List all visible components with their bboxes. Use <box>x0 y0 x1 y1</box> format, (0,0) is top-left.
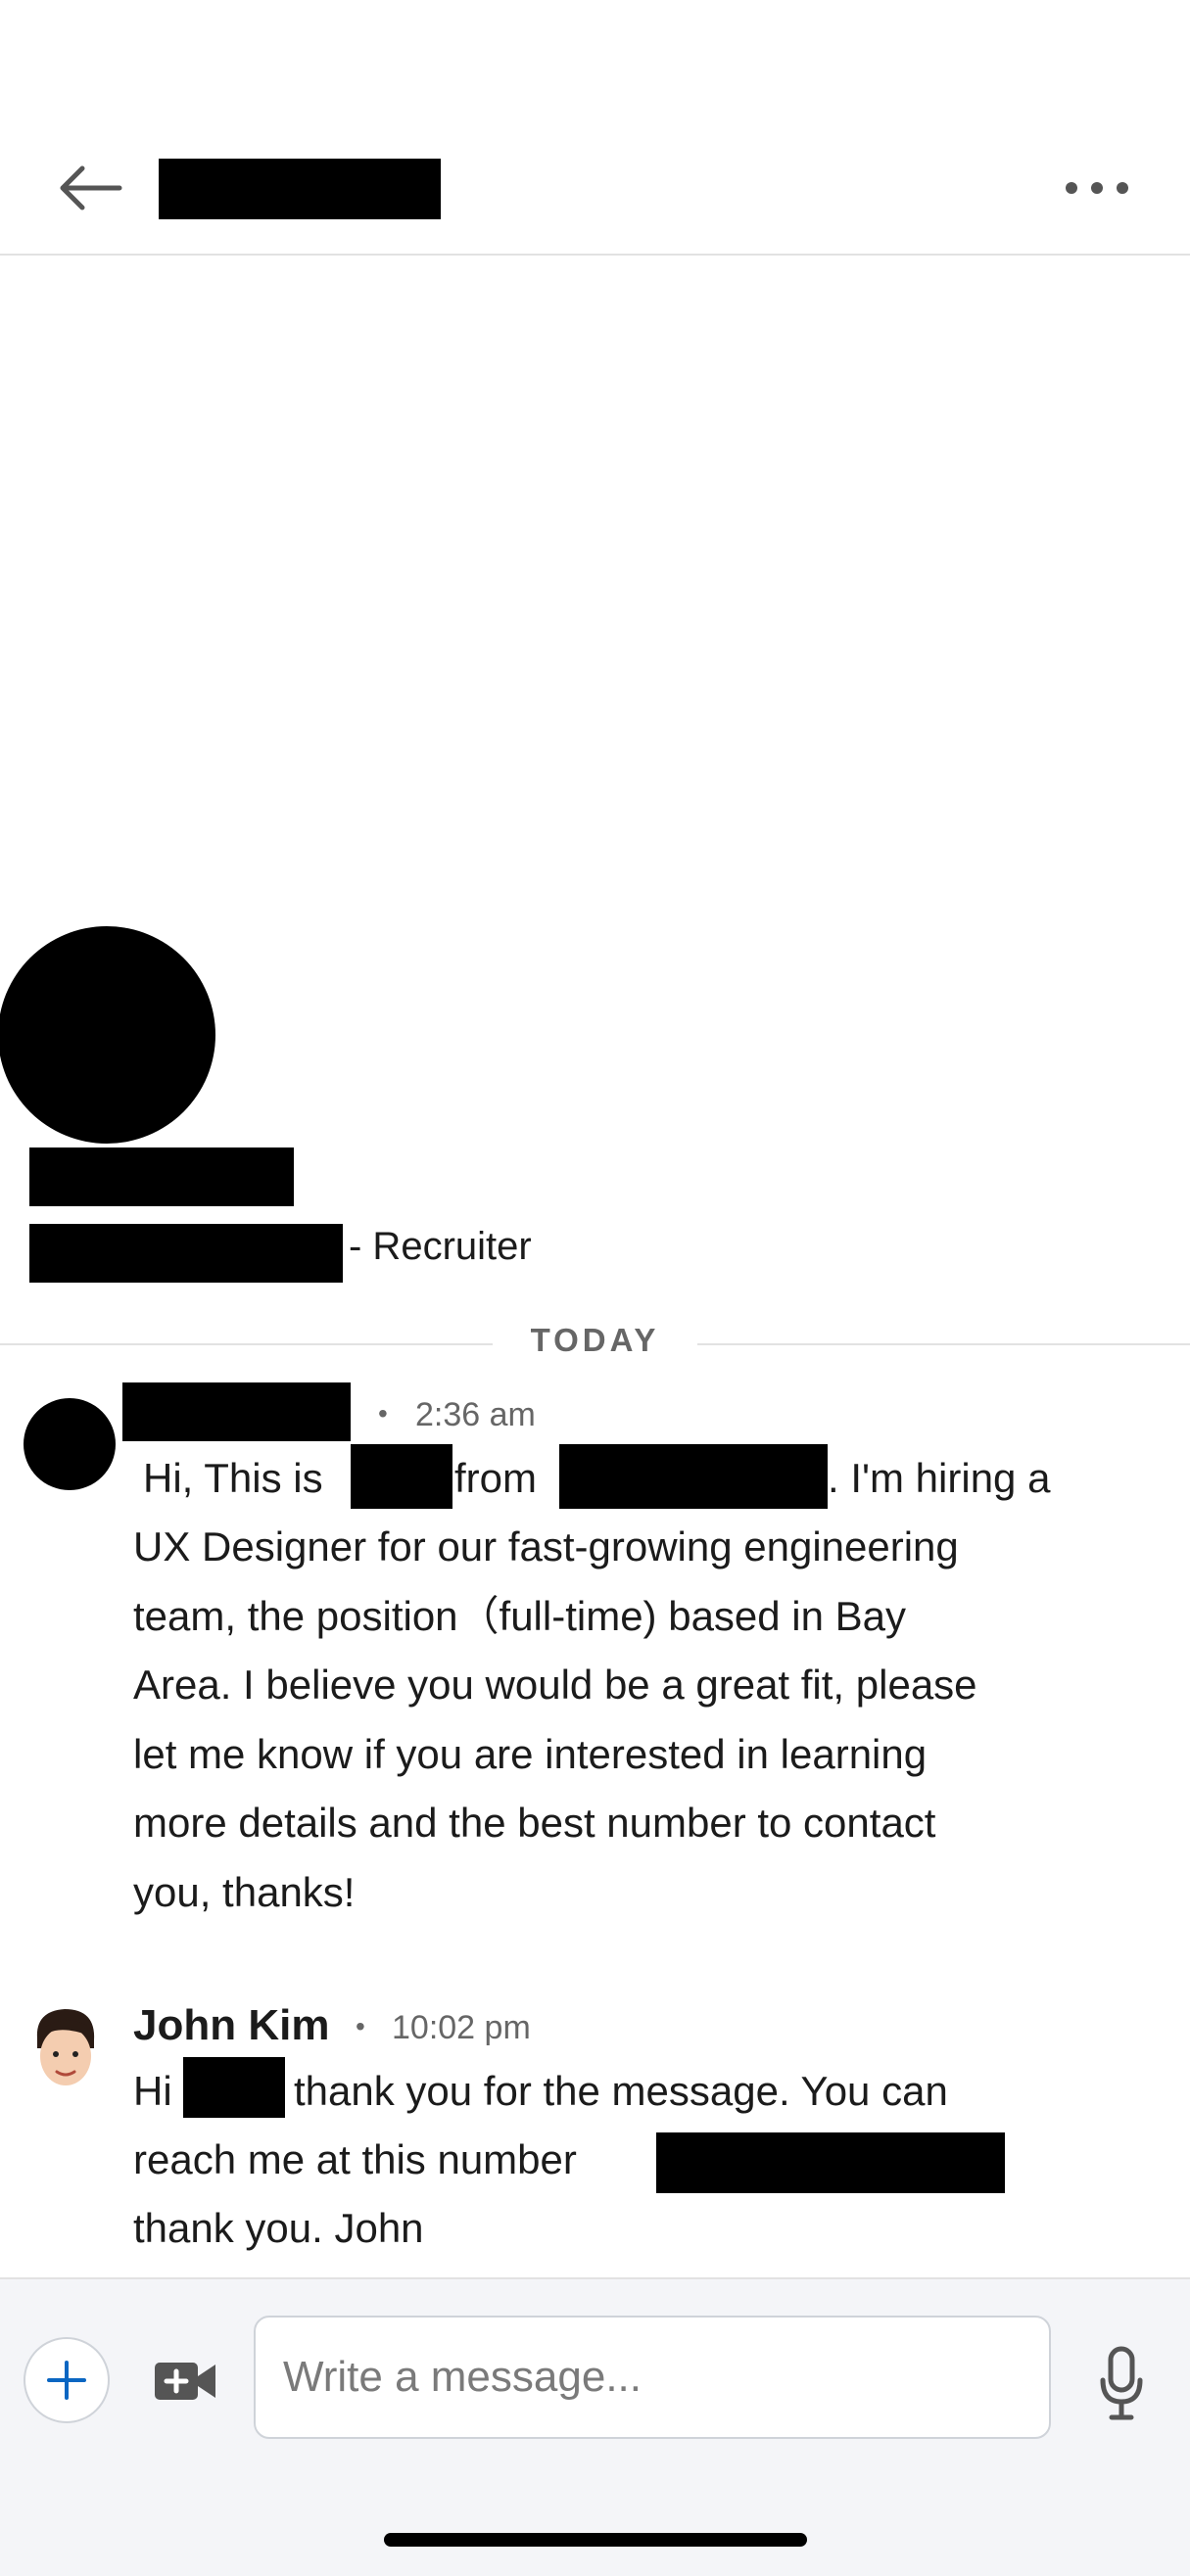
add-attachment-button[interactable] <box>24 2337 110 2423</box>
date-divider-label: TODAY <box>530 1322 660 1358</box>
microphone-icon <box>1100 2346 1143 2420</box>
message-line: you, thanks! <box>133 1869 356 1915</box>
message-input[interactable] <box>254 2316 1051 2439</box>
message-line: Hi, This is <box>143 1455 323 1501</box>
recruiter-name-redacted <box>183 2057 285 2118</box>
profile-name-redacted[interactable] <box>29 1147 294 1206</box>
message-line: thank you. John <box>133 2205 424 2251</box>
message-timestamp: 10:02 pm <box>392 2009 531 2046</box>
profile-avatar-redacted[interactable] <box>0 926 215 1144</box>
sender-name-redacted[interactable] <box>122 1382 351 1441</box>
phone-number-redacted[interactable] <box>656 2132 1005 2193</box>
cartoon-face-icon <box>36 2009 95 2085</box>
message-line: from <box>454 1455 537 1501</box>
profile-headline-redacted <box>29 1224 343 1283</box>
company-name-redacted <box>559 1444 828 1509</box>
user-avatar[interactable] <box>27 2003 104 2093</box>
message-line: UX Designer for our fast-growing enginee… <box>133 1523 959 1569</box>
more-horizontal-icon <box>1066 182 1128 194</box>
profile-headline-role: - Recruiter <box>349 1225 532 1268</box>
video-plus-icon <box>155 2363 215 2400</box>
message-line: Area. I believe you would be a great fit… <box>133 1662 977 1708</box>
divider-line-right <box>697 1343 1190 1345</box>
message-line: Hi <box>133 2068 172 2114</box>
message-line: team, the position（full-time) based in B… <box>133 1593 907 1639</box>
conversation-header <box>0 0 1190 256</box>
meta-dot: • <box>356 2011 365 2041</box>
message-line: more details and the best number to cont… <box>133 1800 936 1846</box>
sender-avatar-redacted[interactable] <box>24 1398 116 1490</box>
voice-message-button[interactable] <box>1097 2345 1146 2423</box>
more-options-button[interactable] <box>1058 166 1136 210</box>
sender-first-name-redacted <box>351 1444 452 1509</box>
meta-dot: • <box>378 1398 388 1429</box>
arrow-left-icon <box>60 165 122 211</box>
message-line: let me know if you are interested in lea… <box>133 1731 928 1777</box>
message-line: thank you for the message. You can <box>294 2068 948 2114</box>
plus-icon <box>47 2361 86 2400</box>
divider-line-left <box>0 1343 493 1345</box>
sender-name[interactable]: John Kim <box>133 2001 329 2050</box>
back-button[interactable] <box>51 157 133 219</box>
home-indicator[interactable] <box>384 2533 807 2547</box>
video-call-button[interactable] <box>153 2357 219 2406</box>
message-timestamp: 2:36 am <box>415 1396 536 1433</box>
contact-name-redacted[interactable] <box>159 159 441 219</box>
message-line: reach me at this number <box>133 2136 577 2182</box>
message-line: . I'm hiring a <box>828 1455 1051 1501</box>
